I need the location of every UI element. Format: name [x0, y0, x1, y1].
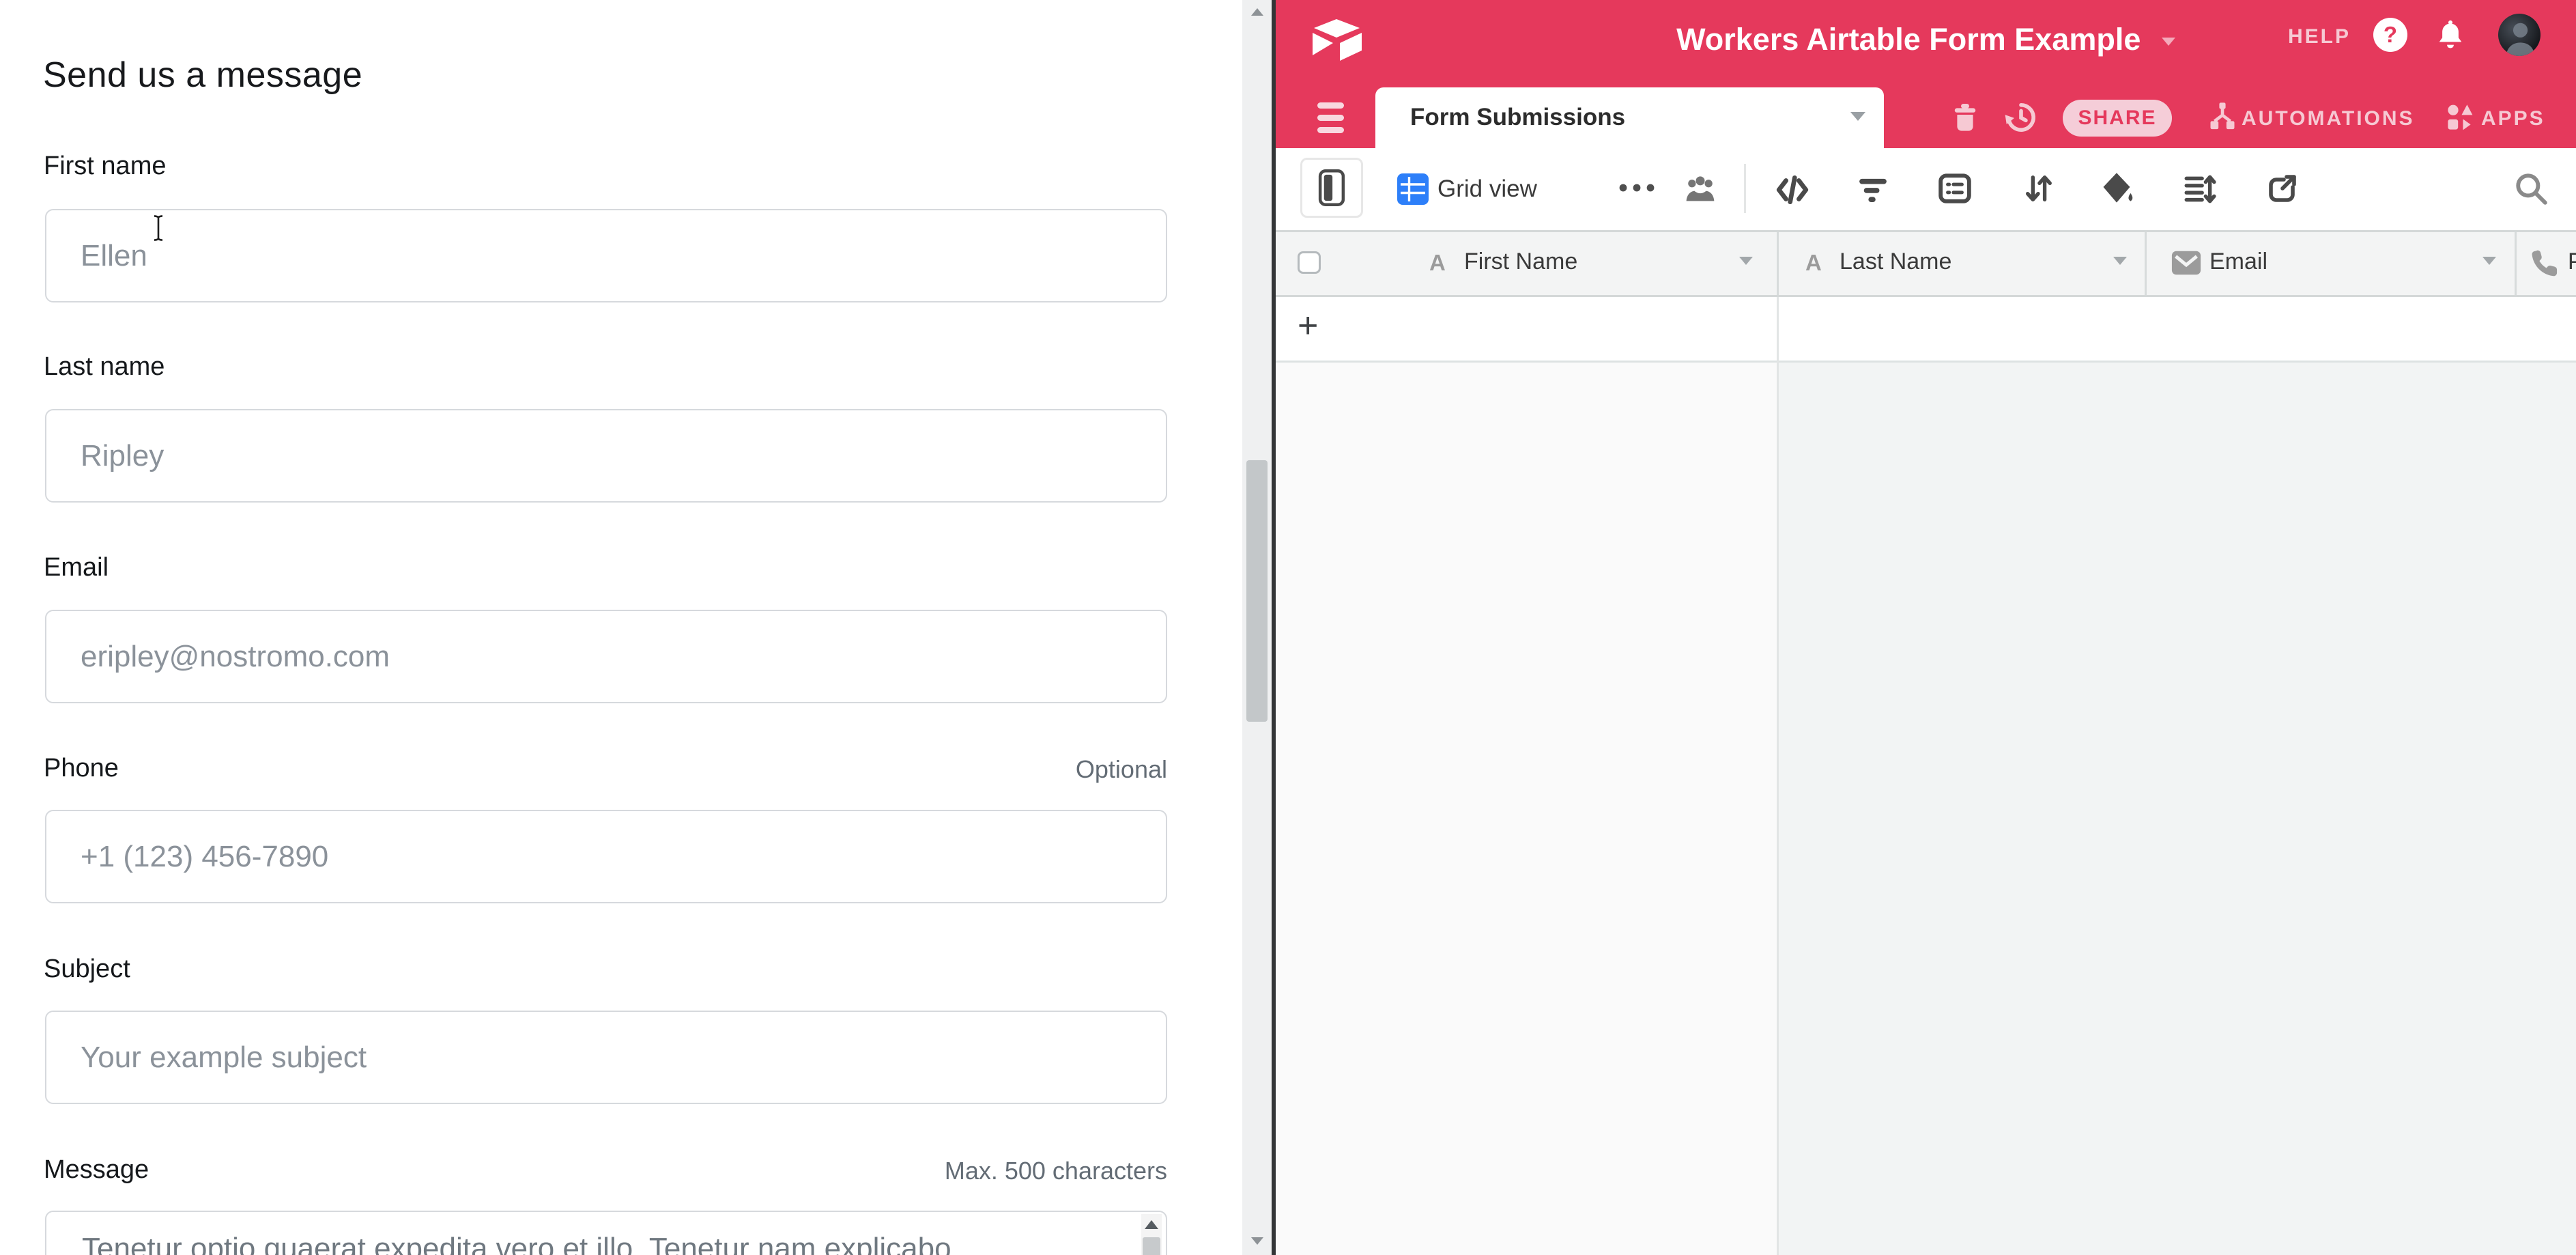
filter-icon[interactable] — [1857, 178, 1889, 202]
hide-fields-icon[interactable] — [1775, 175, 1809, 204]
notifications-bell-icon[interactable] — [2435, 18, 2466, 51]
column-caret-icon[interactable] — [2113, 257, 2127, 265]
help-circle-icon[interactable]: ? — [2373, 18, 2407, 52]
base-title-text: Workers Airtable Form Example — [1676, 22, 2141, 57]
form-title: Send us a message — [43, 55, 362, 96]
view-sidebar-toggle-button[interactable] — [1300, 158, 1363, 218]
collaborators-icon[interactable] — [1681, 171, 1719, 207]
column-divider[interactable] — [2515, 232, 2517, 295]
first-name-input[interactable] — [45, 209, 1167, 302]
sidebar-panel-icon — [1318, 169, 1345, 206]
first-name-label: First name — [44, 152, 166, 181]
subject-label: Subject — [44, 955, 130, 984]
phone-optional-note: Optional — [1076, 755, 1167, 784]
share-button[interactable]: SHARE — [2063, 100, 2172, 137]
grid-body-secondary-area — [1779, 363, 2576, 1255]
user-avatar[interactable] — [2498, 14, 2541, 56]
subject-input[interactable] — [45, 1011, 1167, 1104]
column-name: First Name — [1464, 249, 1577, 275]
airtable-window: Workers Airtable Form Example HELP ? — [1276, 0, 2576, 1255]
contact-form-window: Send us a message First name Last name E… — [0, 0, 1272, 1255]
email-label: Email — [44, 553, 109, 582]
column-divider[interactable] — [1777, 232, 1779, 295]
window-scrollbar-down-icon[interactable] — [1251, 1237, 1263, 1245]
last-name-label: Last name — [44, 352, 164, 382]
message-scrollbar — [1141, 1214, 1162, 1255]
message-textarea[interactable]: Tenetur optio quaerat expedita vero et i… — [81, 1230, 1134, 1255]
text-field-type-icon: A — [1429, 250, 1446, 276]
message-scrollbar-up-icon[interactable] — [1145, 1220, 1158, 1229]
phone-field-type-icon — [2529, 248, 2559, 278]
add-row[interactable]: + — [1276, 297, 2576, 363]
message-label: Message — [44, 1155, 149, 1185]
toolbar-divider — [1744, 164, 1746, 213]
message-textarea-frame: Tenetur optio quaerat expedita vero et i… — [45, 1211, 1167, 1255]
message-scrollbar-thumb[interactable] — [1143, 1237, 1160, 1255]
apps-icon[interactable] — [2444, 100, 2476, 135]
view-name[interactable]: Grid view — [1437, 175, 1537, 203]
color-fill-icon[interactable] — [2099, 170, 2134, 207]
grid-body-primary-area — [1276, 363, 1777, 1255]
airtable-header: Workers Airtable Form Example HELP ? — [1276, 0, 2576, 148]
search-icon[interactable] — [2514, 171, 2548, 206]
view-options-ellipsis-icon[interactable] — [1619, 184, 1655, 192]
select-all-checkbox[interactable] — [1298, 251, 1321, 274]
sort-icon[interactable] — [2022, 171, 2054, 206]
column-name: Phone — [2568, 249, 2576, 275]
grid-view-icon[interactable] — [1397, 173, 1429, 205]
tab-form-submissions[interactable]: Form Submissions — [1375, 87, 1884, 148]
trash-icon[interactable] — [1949, 101, 1981, 134]
tab-caret-icon — [1850, 112, 1865, 121]
menu-hamburger-icon[interactable] — [1317, 102, 1344, 134]
email-input[interactable] — [45, 610, 1167, 703]
text-cursor-icon — [152, 214, 165, 242]
message-max-note: Max. 500 characters — [945, 1157, 1167, 1185]
group-icon[interactable] — [1938, 171, 1972, 206]
email-field-type-icon — [2171, 249, 2202, 277]
primary-column-divider — [1777, 297, 1779, 1255]
last-name-input[interactable] — [45, 409, 1167, 503]
row-height-icon[interactable] — [2182, 172, 2216, 206]
grid-header-row: A First Name A Last Name Email Phone — [1276, 230, 2576, 297]
automations-button[interactable]: AUTOMATIONS — [2242, 107, 2415, 130]
phone-label: Phone — [44, 754, 119, 783]
automations-icon[interactable] — [2205, 100, 2239, 135]
column-name: Email — [2209, 249, 2267, 275]
tab-label: Form Submissions — [1410, 104, 1625, 131]
share-button-label: SHARE — [2078, 107, 2156, 129]
help-button[interactable]: HELP — [2288, 25, 2351, 48]
add-row-plus-icon[interactable]: + — [1298, 305, 1318, 346]
window-scrollbar-up-icon[interactable] — [1251, 8, 1263, 16]
column-divider[interactable] — [2145, 232, 2147, 295]
phone-input[interactable] — [45, 810, 1167, 903]
window-scrollbar-thumb[interactable] — [1246, 460, 1268, 722]
share-view-icon[interactable] — [2265, 172, 2298, 206]
column-caret-icon[interactable] — [1739, 257, 1753, 265]
base-title-caret-icon — [2162, 38, 2175, 46]
avatar-silhouette-icon — [2498, 14, 2541, 56]
column-name: Last Name — [1840, 249, 1951, 275]
history-icon[interactable] — [2003, 100, 2039, 135]
column-caret-icon[interactable] — [2482, 257, 2496, 265]
apps-button[interactable]: APPS — [2481, 107, 2545, 130]
text-field-type-icon: A — [1805, 250, 1822, 276]
view-toolbar: Grid view — [1276, 148, 2576, 230]
